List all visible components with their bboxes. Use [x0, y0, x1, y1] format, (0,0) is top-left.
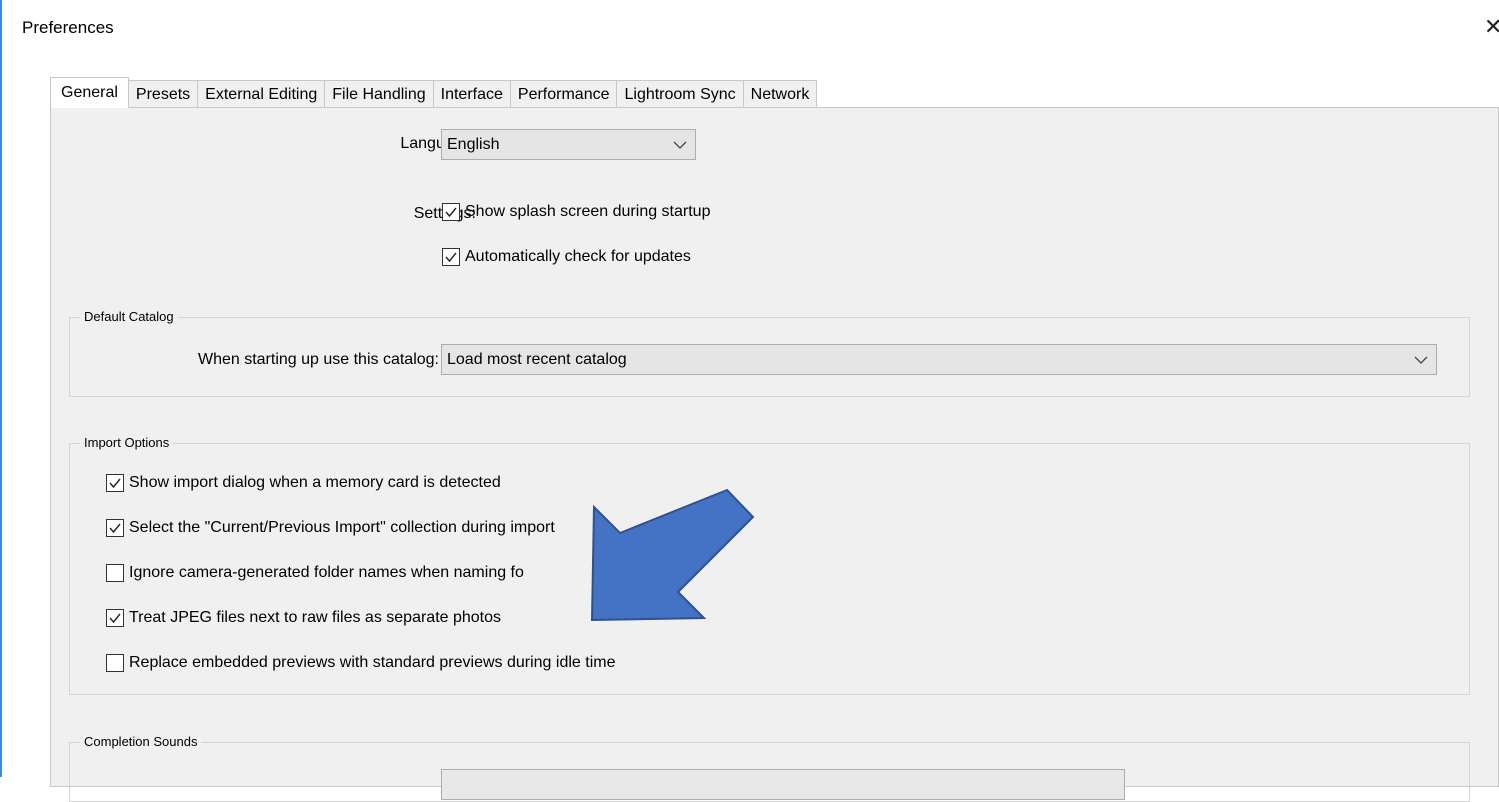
chevron-down-icon — [1406, 356, 1436, 364]
checkbox[interactable] — [106, 474, 124, 492]
option-label: Treat JPEG files next to raw files as se… — [129, 609, 502, 626]
import-option-row[interactable]: Select the "Current/Previous Import" col… — [106, 519, 555, 537]
catalog-dropdown[interactable]: Load most recent catalog — [441, 344, 1437, 375]
checkmark-icon — [445, 207, 457, 218]
show-splash-screen-option[interactable]: Show splash screen during startup — [442, 203, 710, 221]
chevron-down-icon — [665, 141, 695, 149]
general-panel: Language: English Settings: Show splash … — [50, 107, 1499, 802]
checkbox[interactable] — [106, 564, 124, 582]
tab-network[interactable]: Network — [742, 80, 818, 108]
option-label: Show import dialog when a memory card is… — [129, 474, 501, 491]
checkmark-icon — [445, 252, 457, 263]
completion-sounds-group: Completion Sounds — [69, 734, 1470, 802]
option-label: Ignore camera-generated folder names whe… — [129, 564, 524, 581]
tab-bar: General Presets External Editing File Ha… — [50, 77, 818, 108]
import-option-row[interactable]: Treat JPEG files next to raw files as se… — [106, 609, 501, 627]
auto-check-updates-option[interactable]: Automatically check for updates — [442, 248, 691, 266]
import-option-row[interactable]: Show import dialog when a memory card is… — [106, 474, 501, 492]
option-label: Select the "Current/Previous Import" col… — [129, 519, 555, 536]
tab-lightroom-sync[interactable]: Lightroom Sync — [616, 80, 744, 108]
option-label: Automatically check for updates — [465, 248, 691, 265]
import-option-row[interactable]: Replace embedded previews with standard … — [106, 654, 615, 672]
catalog-value: Load most recent catalog — [447, 350, 627, 368]
tab-file-handling[interactable]: File Handling — [324, 80, 434, 108]
checkmark-icon — [109, 613, 121, 624]
completion-sound-dropdown[interactable] — [441, 769, 1125, 800]
import-options-legend: Import Options — [80, 435, 174, 450]
catalog-label: When starting up use this catalog: — [197, 351, 439, 368]
checkmark-icon — [109, 478, 121, 489]
window-title: Preferences — [22, 18, 114, 37]
default-catalog-legend: Default Catalog — [80, 309, 178, 324]
checkbox[interactable] — [106, 519, 124, 537]
tab-performance[interactable]: Performance — [509, 80, 618, 108]
language-dropdown[interactable]: English — [441, 129, 696, 160]
checkbox[interactable] — [442, 248, 460, 266]
checkmark-icon — [109, 523, 121, 534]
annotation-arrow-icon — [590, 488, 755, 622]
option-label: Show splash screen during startup — [465, 203, 711, 220]
import-option-row[interactable]: Ignore camera-generated folder names whe… — [106, 564, 524, 582]
default-catalog-group: Default Catalog When starting up use thi… — [69, 309, 1470, 397]
completion-sounds-legend: Completion Sounds — [80, 734, 202, 749]
checkbox[interactable] — [106, 609, 124, 627]
language-value: English — [447, 135, 500, 153]
option-label: Replace embedded previews with standard … — [129, 654, 616, 671]
close-icon[interactable]: ✕ — [1484, 14, 1499, 40]
tab-external-editing[interactable]: External Editing — [197, 80, 326, 108]
tab-general[interactable]: General — [50, 77, 129, 108]
checkbox[interactable] — [442, 203, 460, 221]
checkbox[interactable] — [106, 654, 124, 672]
tab-presets[interactable]: Presets — [127, 80, 199, 108]
window-left-edge — [0, 0, 2, 777]
tab-interface[interactable]: Interface — [432, 80, 511, 108]
